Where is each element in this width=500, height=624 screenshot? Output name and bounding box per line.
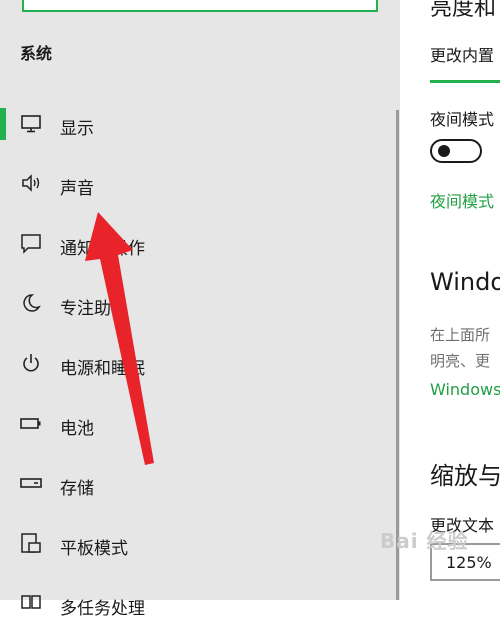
sidebar-item-notifications[interactable]: 通知和操作: [0, 224, 396, 264]
sidebar-item-label: 专注助手: [60, 299, 128, 319]
brightness-label: 更改内置: [430, 46, 495, 65]
battery-icon: [20, 418, 41, 429]
sidebar-item-label: 存储: [60, 479, 94, 499]
moon-icon: [23, 294, 41, 312]
sidebar-item-focus-assist[interactable]: 专注助手: [0, 284, 396, 324]
watermark-logo: Bai 经验: [380, 529, 469, 553]
sidebar-item-label: 平板模式: [60, 539, 128, 559]
storage-icon: [20, 478, 42, 488]
night-mode-label: 夜间模式: [430, 110, 495, 129]
multitasking-icon: [21, 595, 41, 609]
night-mode-toggle[interactable]: [430, 139, 482, 163]
sidebar-item-storage[interactable]: 存储: [0, 464, 396, 504]
monitor-icon: [21, 115, 41, 133]
notification-icon: [21, 234, 41, 254]
section-title: 系统: [20, 44, 53, 63]
scale-layout-heading: 缩放与: [430, 462, 500, 490]
sidebar-item-sound[interactable]: 声音: [0, 164, 396, 204]
windows-hd-description-line1: 在上面所: [430, 326, 491, 344]
scale-dropdown-value: 125%: [446, 553, 492, 572]
sidebar-item-battery[interactable]: 电池: [0, 404, 396, 444]
toggle-knob: [438, 145, 450, 157]
sidebar-item-label: 通知和操作: [60, 239, 145, 259]
power-icon: [23, 354, 39, 372]
windows-hd-link[interactable]: Windows: [430, 380, 500, 399]
sidebar-item-multitasking[interactable]: 多任务处理: [0, 584, 396, 624]
windows-hd-description-line2: 明亮、更: [430, 352, 491, 370]
settings-sidebar: 系统 显示 声音 通知和操作 专注助手 电源和睡眠 电池 存储 平板模式 多任务…: [0, 0, 400, 619]
sidebar-item-label: 电池: [60, 419, 94, 439]
sidebar-item-power-sleep[interactable]: 电源和睡眠: [0, 344, 396, 384]
sidebar-item-label: 显示: [60, 119, 94, 139]
speaker-icon: [22, 174, 40, 192]
sidebar-item-label: 声音: [60, 179, 94, 199]
sidebar-item-tablet-mode[interactable]: 平板模式: [0, 524, 396, 564]
night-mode-settings-link[interactable]: 夜间模式: [430, 188, 494, 212]
search-input[interactable]: [22, 0, 378, 12]
content-pane: 亮度和 更改内置 夜间模式 夜间模式 Windo 在上面所 明亮、更 Windo…: [400, 0, 500, 600]
windows-hd-heading: Windo: [430, 268, 500, 296]
selection-indicator: [0, 108, 6, 140]
sidebar-item-display[interactable]: 显示: [0, 104, 396, 144]
sidebar-item-label: 电源和睡眠: [60, 359, 145, 379]
tablet-mode-icon: [21, 533, 41, 553]
brightness-slider[interactable]: [430, 80, 500, 83]
sidebar-item-label: 多任务处理: [60, 599, 145, 619]
brightness-heading: 亮度和: [430, 0, 497, 21]
